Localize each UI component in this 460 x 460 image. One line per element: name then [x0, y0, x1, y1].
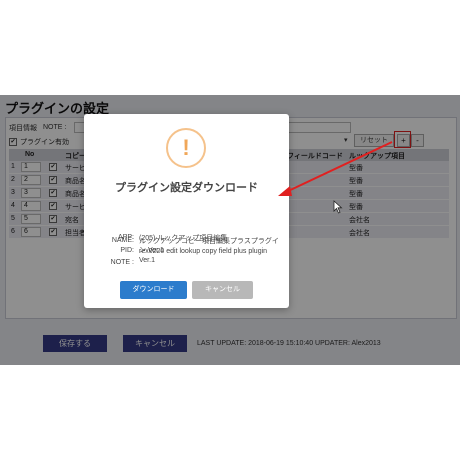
pid-label: PID:	[120, 247, 134, 254]
name-label: NAME:	[111, 237, 134, 244]
download-dialog: ! プラグイン設定ダウンロード APP: (205) ルックアップ項目編集 PI…	[84, 114, 289, 308]
note-field-label: NOTE :	[110, 259, 134, 266]
dialog-title: プラグイン設定ダウンロード	[115, 182, 258, 194]
warning-icon: !	[166, 128, 206, 168]
name-value: ルックアップコピー項目編集プラスプラグイン Ver.1	[139, 238, 279, 254]
mouse-cursor-icon	[333, 200, 343, 214]
download-button[interactable]: ダウンロード	[120, 281, 187, 299]
dialog-cancel-button[interactable]: キャンセル	[192, 281, 253, 299]
